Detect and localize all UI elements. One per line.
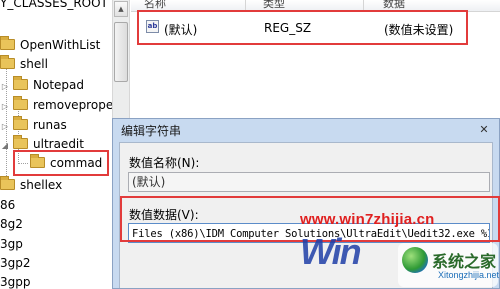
value-name-field[interactable]: (默认) xyxy=(128,172,490,192)
tree-item-label: Notepad xyxy=(33,78,84,92)
selected-key-highlight xyxy=(13,150,109,176)
tree-item-removeproperties[interactable]: ▷ removeproper xyxy=(0,95,112,115)
tree-item-label: ultraedit xyxy=(33,137,84,151)
tree-item-label: 3gp xyxy=(0,237,23,251)
folder-icon xyxy=(13,116,28,130)
watermark-site-name: 系统之家 xyxy=(432,252,497,271)
expand-arrow-icon[interactable]: ▷ xyxy=(0,97,10,117)
value-name-text: (默认) xyxy=(132,175,166,189)
tree-item-shellex[interactable]: shellex xyxy=(0,175,62,195)
folder-open-icon xyxy=(0,55,15,69)
tree-item-label: 86 xyxy=(0,198,16,212)
folder-open-icon xyxy=(13,135,28,149)
tree-item-8g2[interactable]: 8g2 xyxy=(0,214,23,234)
tree-item-3gp[interactable]: 3gp xyxy=(0,234,23,254)
site-logo-icon xyxy=(402,247,428,273)
dialog-title: 编辑字符串 xyxy=(121,124,182,138)
value-row-highlight xyxy=(137,10,468,45)
close-icon[interactable]: ✕ xyxy=(475,123,493,137)
scroll-up-arrow-icon[interactable]: ▲ xyxy=(114,1,128,17)
watermark-badge: 系统之家 Xitongzhijia.net xyxy=(398,243,500,287)
expand-arrow-icon[interactable]: ▷ xyxy=(0,77,10,97)
tree-item-label: 8g2 xyxy=(0,217,23,231)
tree-item-shell[interactable]: shell xyxy=(0,54,48,74)
tree-item-runas[interactable]: ▷ runas xyxy=(0,115,67,135)
tree-item-label: shell xyxy=(20,57,48,71)
tree-item-openwithlist[interactable]: OpenWithList xyxy=(0,35,100,55)
tree-item-86[interactable]: 86 xyxy=(0,195,15,215)
registry-key-tree[interactable]: Y_CLASSES_ROOT OpenWithList shell ▷ Notep… xyxy=(0,0,112,289)
tree-item-label: OpenWithList xyxy=(20,38,101,52)
tree-item-label: removeproper xyxy=(33,98,112,112)
watermark-url: www.win7zhijia.cn xyxy=(300,211,435,228)
folder-icon xyxy=(0,176,15,190)
column-data-header[interactable]: 数据 xyxy=(383,0,405,9)
tree-item-notepad[interactable]: ▷ Notepad xyxy=(0,75,84,95)
collapse-arrow-icon[interactable]: ◢ xyxy=(0,136,10,156)
watermark-logo-text: Win xyxy=(300,231,362,272)
tree-item-3gpp[interactable]: 3gpp xyxy=(0,272,31,289)
value-name-label: 数值名称(N): xyxy=(129,156,200,170)
tree-root-label[interactable]: Y_CLASSES_ROOT xyxy=(0,0,108,13)
tree-item-3gp2[interactable]: 3gp2 xyxy=(0,253,31,273)
tree-item-label: shellex xyxy=(20,178,63,192)
tree-item-label: 3gpp xyxy=(0,275,31,289)
folder-icon xyxy=(13,96,28,110)
tree-item-label: runas xyxy=(33,118,67,132)
scroll-thumb[interactable] xyxy=(114,22,128,82)
column-type-header[interactable]: 类型 xyxy=(263,0,285,9)
folder-icon xyxy=(0,36,15,50)
folder-icon xyxy=(13,76,28,90)
column-name-header[interactable]: 名称 xyxy=(144,0,166,9)
tree-root-text: Y_CLASSES_ROOT xyxy=(0,0,108,10)
tree-item-label: 3gp2 xyxy=(0,256,31,270)
watermark-site-sub: Xitongzhijia.net xyxy=(438,270,500,280)
